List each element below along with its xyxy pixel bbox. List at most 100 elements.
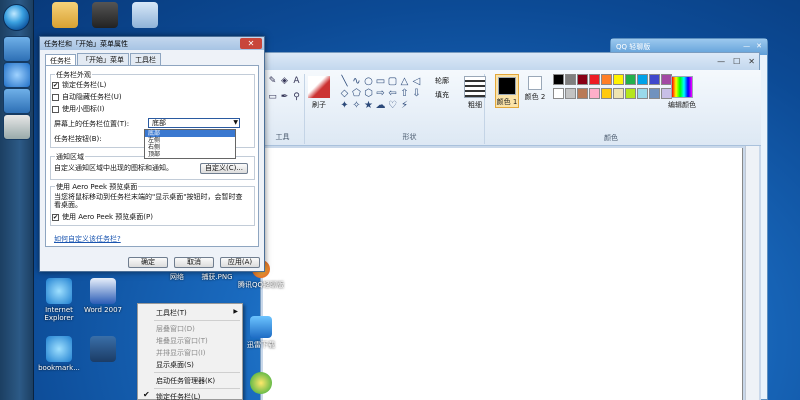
tools-group: ✎ ◈ A ▭ ✒ ⚲ 工具 [261,74,305,144]
maximize-icon[interactable]: ☐ [733,57,740,66]
apply-button[interactable]: 应用(A) [220,257,260,268]
start-button[interactable] [3,4,30,31]
color-swatch[interactable] [553,74,564,85]
desktop-icon-media[interactable] [78,336,128,364]
edit-colors-button[interactable]: 编辑颜色 [665,76,699,110]
dropdown-option[interactable]: 顶部 [145,151,235,158]
brush-label: 刷子 [312,101,326,109]
desktop-icon-label: bookmark... [38,364,80,372]
taskbar[interactable] [0,0,34,400]
checkbox-checked-icon[interactable]: ✔ [52,81,59,89]
size-label: 粗细 [468,101,482,109]
network-icon [132,2,158,28]
location-dropdown-list[interactable]: 底部 左侧 右侧 顶部 [144,129,236,159]
menu-item-lock-taskbar[interactable]: 锁定任务栏(L) [156,392,200,400]
checkbox-icon[interactable] [52,93,59,101]
help-link[interactable]: 如何自定义该任务栏? [54,234,121,244]
canvas-area[interactable] [261,146,761,400]
auto-hide-label: 自动隐藏任务栏(U) [62,93,122,101]
chevron-down-icon: ▼ [233,119,238,126]
color-swatch[interactable] [613,74,624,85]
color1-button[interactable]: 颜色 1 [495,74,519,108]
close-icon[interactable]: ✕ [748,57,755,66]
color-swatch[interactable] [565,88,576,99]
desktop-icon-word[interactable]: Word 2007 [78,278,128,314]
desktop-icon-xunlei[interactable]: 迅雷下载 [236,316,286,350]
chevron-right-icon: ▶ [233,308,238,315]
color2-button[interactable]: 颜色 2 [523,76,547,102]
color-swatch[interactable] [577,88,588,99]
dropdown-option[interactable]: 左侧 [145,137,235,144]
minimize-icon[interactable]: — [743,42,750,50]
color2-label: 颜色 2 [524,93,546,101]
close-icon[interactable]: ✕ [240,38,262,49]
paint-window[interactable]: — ☐ ✕ ✎ ◈ A ▭ ✒ ⚲ 工具 刷子 ╲ ∿ ○ ▭ ▢ △ ◁ ◇ ⬠ ⬡ ⇨ ⇦ ⇧ ⇩ … [260,52,761,400]
color-swatch[interactable] [637,88,648,99]
eraser-icon[interactable]: ▭ [267,92,278,103]
explorer-taskbar-icon[interactable] [3,36,31,62]
vertical-scrollbar[interactable] [745,146,759,400]
customize-button[interactable]: 自定义(C)... [200,163,248,174]
color-swatch[interactable] [637,74,648,85]
color-swatch[interactable] [589,74,600,85]
small-icons-row[interactable]: 使用小图标(I) [52,104,105,114]
plus-icon [250,372,272,394]
desktop-icon-label: 网络 [170,273,184,281]
color1-swatch [498,77,516,95]
menu-item-toolbars[interactable]: 工具栏(T) [156,308,187,318]
brush-button[interactable]: 刷子 [307,76,331,110]
lock-taskbar-row[interactable]: ✔ 锁定任务栏(L) [52,80,106,90]
color-swatch[interactable] [625,74,636,85]
menu-item-side-by-side[interactable]: 并排显示窗口(I) [156,348,206,358]
menu-item-task-manager[interactable]: 启动任务管理器(K) [156,376,215,386]
size-button[interactable]: 粗细 [463,76,487,110]
skype-taskbar-icon[interactable] [3,62,31,88]
ok-button[interactable]: 确定 [128,257,168,268]
color-swatch[interactable] [553,88,564,99]
color-swatch[interactable] [577,74,588,85]
location-select[interactable]: 底部 ▼ [148,118,240,128]
color-swatch[interactable] [625,88,636,99]
checkbox-icon[interactable] [52,105,59,113]
minimize-icon[interactable]: — [717,57,725,66]
menu-item-show-desktop[interactable]: 显示桌面(S) [156,360,194,370]
color-swatch[interactable] [649,88,660,99]
magnifier-icon[interactable]: ⚲ [291,92,302,103]
fill-icon[interactable]: ◈ [279,76,290,87]
app-taskbar-icon[interactable] [3,114,31,140]
picker-icon[interactable]: ✒ [279,92,290,103]
dropdown-option[interactable]: 底部 [145,130,235,137]
shapes-label: 形状 [402,133,417,141]
checkbox-checked-icon[interactable]: ✔ [52,213,59,221]
ie-taskbar-icon[interactable] [3,88,31,114]
color-swatch[interactable] [613,88,624,99]
desktop-icon-bookmark[interactable]: bookmark... [34,336,84,372]
cancel-button[interactable]: 取消 [174,257,214,268]
canvas[interactable] [263,148,743,400]
desktop-icon-capture[interactable]: 捕获.PNG [192,272,242,282]
fill-label[interactable]: 填充 [435,90,449,100]
text-icon[interactable]: A [291,76,302,87]
peek-row[interactable]: ✔ 使用 Aero Peek 预览桌面(P) [52,212,153,222]
color-swatch[interactable] [601,88,612,99]
checkmark-icon: ✔ [143,390,150,399]
bird-icon [250,316,272,338]
color-swatch[interactable] [589,88,600,99]
desktop-icon-network[interactable] [120,2,170,30]
desktop-icon-ie[interactable]: Internet Explorer [34,278,84,322]
menu-item-stack[interactable]: 堆叠显示窗口(T) [156,336,208,346]
outline-label[interactable]: 轮廓 [435,76,449,86]
desktop-icon-add[interactable] [236,372,286,396]
desktop-icon-label: Internet Explorer [44,306,74,322]
menu-item-cascade[interactable]: 层叠窗口(D) [156,324,195,334]
color-swatch[interactable] [649,74,660,85]
close-icon[interactable]: ✕ [756,42,762,50]
color-swatch[interactable] [601,74,612,85]
auto-hide-row[interactable]: 自动隐藏任务栏(U) [52,92,122,102]
pencil-icon[interactable]: ✎ [267,76,278,87]
peek-label: 使用 Aero Peek 预览桌面(P) [62,213,153,221]
dropdown-option[interactable]: 右侧 [145,144,235,151]
color-swatch[interactable] [565,74,576,85]
taskbar-context-menu: 工具栏(T) ▶ 层叠窗口(D) 堆叠显示窗口(T) 并排显示窗口(I) 显示桌… [137,303,243,400]
document-icon [92,2,118,28]
